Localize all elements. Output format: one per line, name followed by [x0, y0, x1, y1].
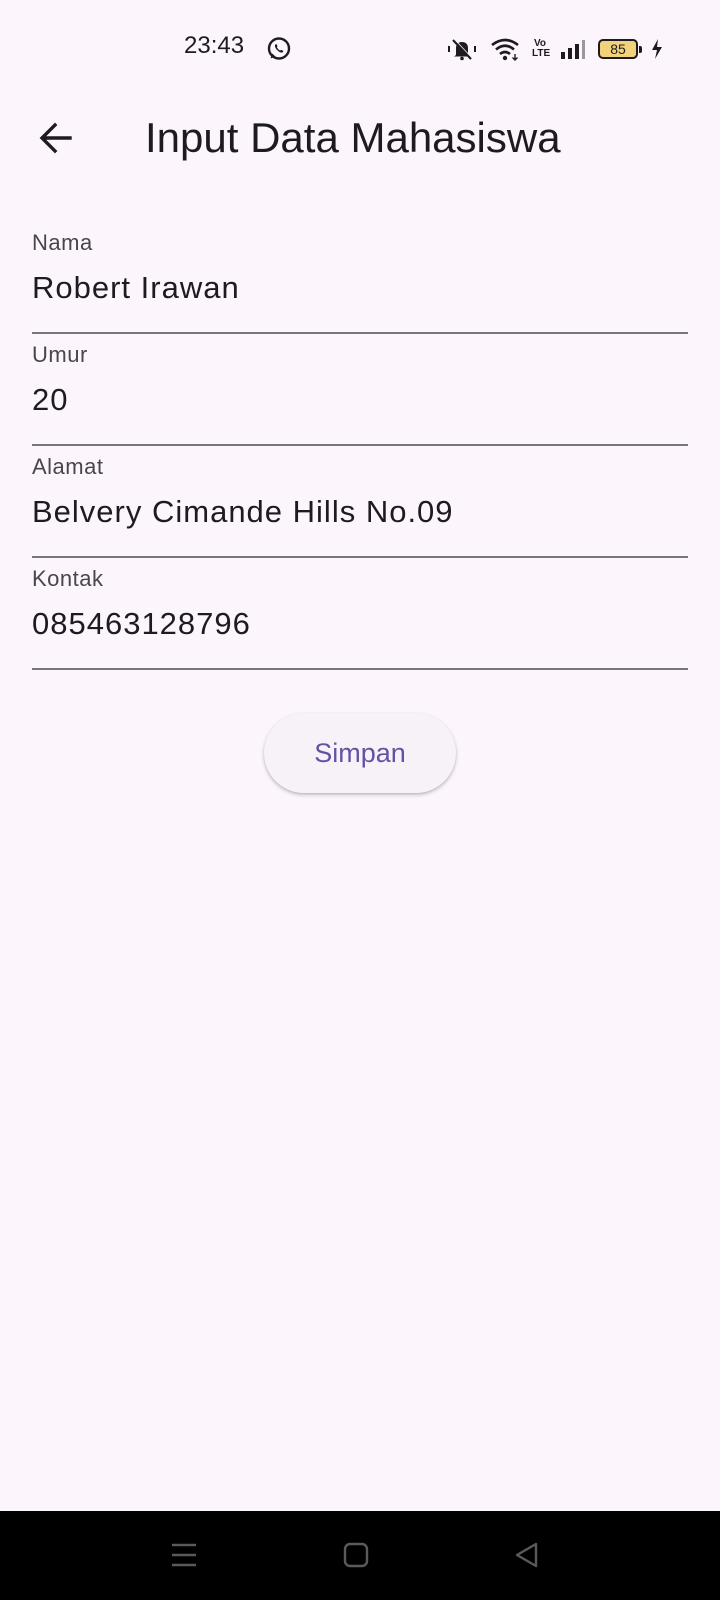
page-title: Input Data Mahasiswa	[145, 114, 561, 161]
charging-icon	[652, 39, 662, 59]
alamat-label: Alamat	[32, 454, 104, 479]
battery-tip	[639, 46, 642, 53]
status-time: 23:43	[184, 32, 245, 59]
status-icons: Vo LTE 85	[446, 36, 664, 62]
back-nav-button[interactable]	[507, 1535, 547, 1575]
alamat-field[interactable]: Alamat Belvery Cimande Hills No.09	[32, 446, 688, 558]
umur-input[interactable]: 20	[32, 382, 688, 418]
app-bar: Input Data Mahasiswa	[0, 96, 720, 184]
back-triangle-icon	[515, 1542, 538, 1568]
home-button[interactable]	[336, 1535, 376, 1575]
navigation-bar	[0, 1511, 720, 1600]
alamat-input[interactable]: Belvery Cimande Hills No.09	[32, 494, 688, 530]
arrow-left-icon	[39, 122, 72, 154]
kontak-input[interactable]: 085463128796	[32, 606, 688, 642]
back-button[interactable]	[28, 110, 84, 166]
umur-label: Umur	[32, 342, 88, 367]
volte-bottom: LTE	[532, 48, 551, 59]
status-bar: 23:43 Vo LTE 85	[0, 0, 720, 96]
whatsapp-icon	[267, 37, 291, 60]
save-button[interactable]: Simpan	[264, 713, 456, 793]
nama-field[interactable]: Nama Robert Irawan	[32, 222, 688, 334]
battery-level: 85	[610, 41, 626, 57]
umur-field[interactable]: Umur 20	[32, 334, 688, 446]
kontak-field[interactable]: Kontak 085463128796	[32, 558, 688, 670]
signal-icon	[561, 40, 585, 59]
mute-icon	[448, 38, 476, 61]
volte-icon: Vo LTE	[532, 39, 551, 59]
nama-input[interactable]: Robert Irawan	[32, 270, 688, 306]
menu-icon	[172, 1543, 196, 1567]
wifi-icon	[491, 38, 519, 61]
student-form: Nama Robert Irawan Umur 20 Alamat Belver…	[32, 222, 688, 670]
battery-icon: 85	[598, 39, 642, 59]
recents-button[interactable]	[164, 1535, 204, 1575]
nama-label: Nama	[32, 230, 93, 255]
home-icon	[343, 1542, 369, 1568]
kontak-label: Kontak	[32, 566, 104, 591]
